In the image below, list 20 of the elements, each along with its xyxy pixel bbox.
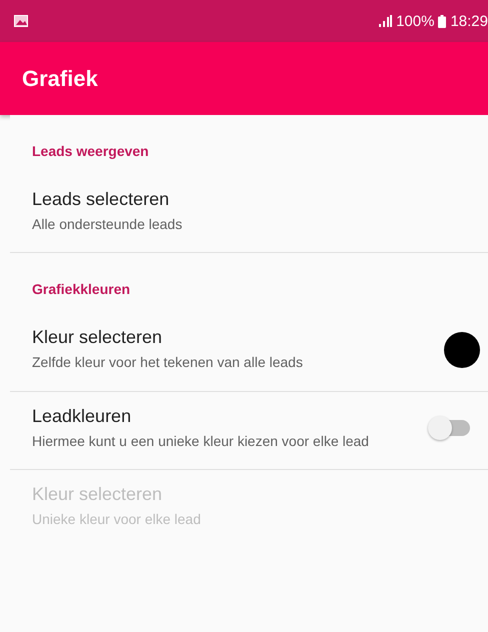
preference-title: Kleur selecteren <box>32 484 164 505</box>
preference-item[interactable]: Leads selecteren Alle ondersteunde leads <box>10 175 488 252</box>
section-header: Grafiekkleuren <box>31 280 132 300</box>
preference-title: Kleur selecteren <box>32 327 164 348</box>
preference-summary: Zelfde kleur voor het tekenen van alle leads <box>32 353 304 372</box>
battery-percent: 100% <box>396 12 434 30</box>
preference-summary: Unieke kleur voor elke lead <box>32 510 202 529</box>
clock: 18:29 <box>450 12 488 30</box>
preference-summary: Hiermee kunt u een unieke kleur kiezen voor elke lead <box>32 432 370 451</box>
preference-item[interactable]: Kleur selecteren Zelfde kleur voor het tekenen van alle leads <box>10 313 488 391</box>
signal-icon <box>378 15 392 27</box>
screen-title: Grafiek <box>22 66 98 92</box>
color-swatch[interactable] <box>444 332 480 368</box>
preference-item[interactable]: Leadkleuren Hiermee kunt u een unieke kleur kiezen voor elke lead <box>10 392 488 469</box>
preference-title: Leads selecteren <box>32 189 170 210</box>
image-icon <box>14 15 28 27</box>
battery-icon <box>438 14 446 28</box>
section-header: Leads weergeven <box>31 142 150 161</box>
preference-summary: Alle ondersteunde leads <box>32 215 184 234</box>
preference-title: Leadkleuren <box>32 406 132 427</box>
